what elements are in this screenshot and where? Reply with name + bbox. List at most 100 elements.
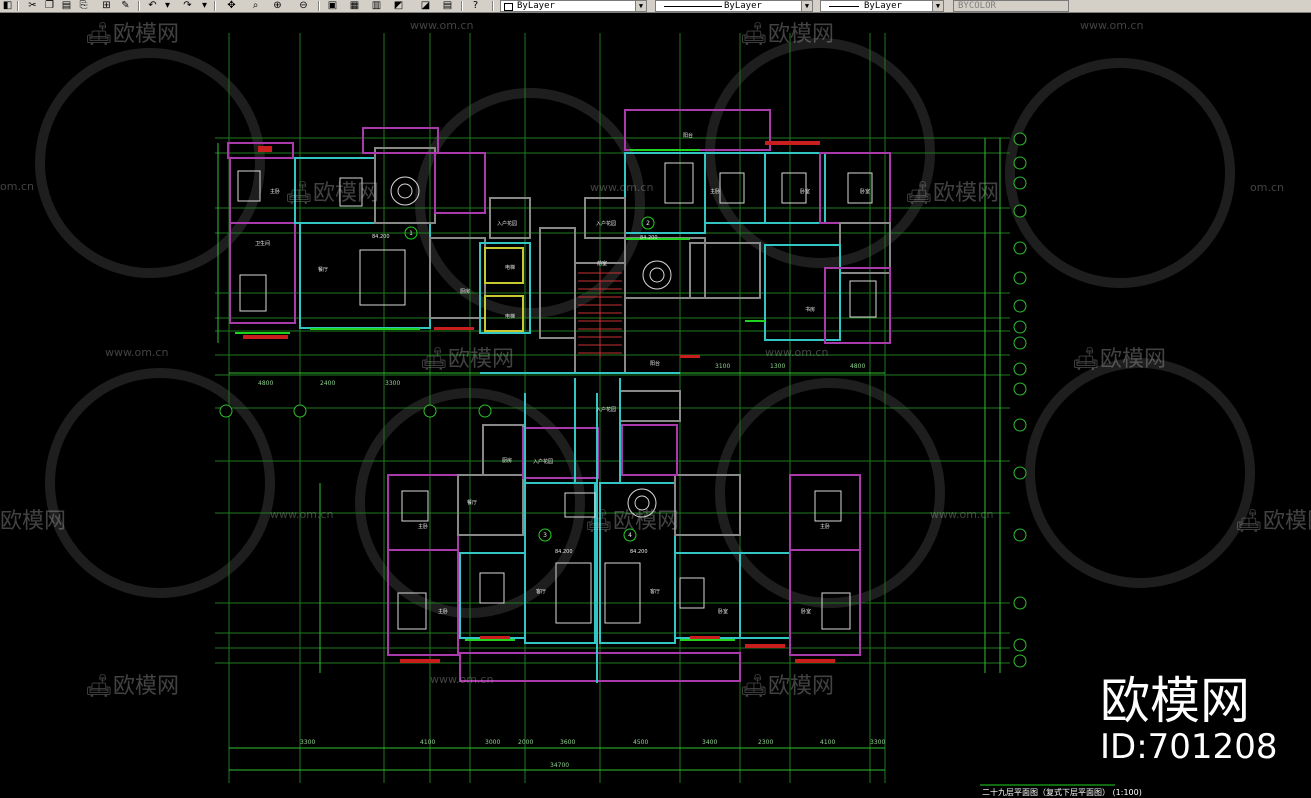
watermark-url: www.om.cn [105,346,169,359]
watermark-url: om.cn [0,180,34,193]
room-label: 厨房 [460,288,470,295]
sheet-set-icon[interactable]: ◩ [391,0,406,12]
overall-dim: 34700 [550,762,569,769]
room-label: 阳台 [683,132,693,139]
watermark-brand: 🛋欧模网 [740,674,834,699]
cad-toolbar: ◧ ✂ ❐ ▤ ⎘ ⊞ ✎ ↶ ▾ ↷ ▾ ✥ ⌕ ⊕ ⊖ ▣ ▦ ▥ ◩ ◪ … [0,0,1311,13]
watermark-brand: 🛋欧模网 [905,181,999,206]
watermark-url: www.om.cn [1080,19,1144,32]
quickcalc-icon[interactable]: ▤ [440,0,455,12]
elevation-label: 84.200 [630,549,648,555]
room-label: 主卧 [418,523,428,530]
watermark-brand: 🛋欧模网 [740,22,834,47]
watermark-brand: 🛋欧模网 [585,509,679,534]
watermark-url: om.cn [1250,181,1284,194]
bottom-dim: 4100 [820,739,835,746]
room-label: 卫生间 [255,240,270,247]
watermark-big-brand: 欧模网 [1100,672,1250,730]
mid-dim: 4800 [850,363,865,370]
plotstyle-combo-value: BYCOLOR [958,1,996,11]
room-label: 主卧 [270,188,280,195]
properties-icon[interactable]: ▣ [325,0,340,12]
mid-dim: 4800 [258,380,273,387]
bottom-dim: 3000 [485,739,500,746]
paste-icon[interactable]: ▤ [59,0,74,12]
mid-dim: 1300 [770,363,785,370]
room-label: 入户花园 [533,458,553,465]
undo-dropdown-icon[interactable]: ▾ [160,0,175,12]
zoom-realtime-icon[interactable]: ⌕ [248,0,263,12]
redo-icon[interactable]: ↷ [180,0,195,12]
room-label: 餐厅 [467,499,477,506]
watermark-brand: 欧模网 [0,509,67,534]
elevation-label: 84.200 [640,235,658,241]
redo-dropdown-icon[interactable]: ▾ [197,0,212,12]
copy-icon[interactable]: ❐ [42,0,57,12]
room-label: 书房 [805,306,815,313]
watermark-url: www.om.cn [930,508,994,521]
color-swatch-icon [504,3,513,11]
room-label: 客厅 [536,588,546,595]
watermark-url: www.om.cn [410,19,474,32]
watermark-url: www.om.cn [590,181,654,194]
room-label: 前室 [597,260,607,267]
room-label: 卧室 [860,188,870,195]
zoom-previous-icon[interactable]: ⊖ [296,0,311,12]
matchprop-icon[interactable]: ◧ [0,0,15,12]
room-label: 主卧 [710,188,720,195]
watermark-url: www.om.cn [270,508,334,521]
bottom-dim: 2000 [518,739,533,746]
chevron-down-icon: ▼ [932,1,943,11]
watermark-brand: 🛋欧模网 [1235,509,1311,534]
axis-bubbles [219,132,1027,668]
lineweight-combo[interactable]: ByLayer ▼ [820,0,944,12]
unit-tag: 1 [409,230,413,237]
toolbar-separator [461,1,463,11]
mid-dim: 3100 [715,363,730,370]
room-label: 主卧 [820,523,830,530]
bottom-dim: 2300 [758,739,773,746]
color-combo[interactable]: ByLayer ▼ [500,0,647,12]
lineweight-sample [829,6,859,7]
room-label: 卧室 [800,188,810,195]
pan-icon[interactable]: ✥ [224,0,239,12]
room-label: 电梯 [505,264,515,271]
plotstyle-combo: BYCOLOR [953,0,1069,12]
watermark-url: www.om.cn [765,346,829,359]
mid-dim: 3300 [385,380,400,387]
toolbar-separator [214,1,216,11]
elevation-label: 84.200 [372,234,390,240]
copy-clip-icon[interactable]: ⎘ [76,0,91,12]
cut-icon[interactable]: ✂ [25,0,40,12]
tool-palettes-icon[interactable]: ▥ [369,0,384,12]
help-icon[interactable]: ? [468,0,483,12]
design-center-icon[interactable]: ▦ [347,0,362,12]
brush-icon[interactable]: ✎ [118,0,133,12]
drawing-canvas[interactable]: 3300 4100 3000 2000 3600 4500 3400 2300 … [0,13,1311,797]
bottom-dim: 3300 [870,739,885,746]
room-label: 电梯 [505,313,515,320]
bottom-dim: 3400 [702,739,717,746]
markup-icon[interactable]: ◪ [418,0,433,12]
linetype-combo-value: ByLayer [724,1,762,11]
zoom-window-icon[interactable]: ⊕ [270,0,285,12]
room-label: 阳台 [650,360,660,367]
unit-tag: 2 [646,220,650,227]
elevation-label: 84.200 [555,549,573,555]
toolbar-separator [492,1,494,11]
unit-tag: 3 [543,532,547,539]
watermark-big-id: ID:701208 [1100,727,1278,767]
color-combo-value: ByLayer [517,1,555,11]
room-label: 入户花园 [596,406,616,413]
linetype-combo[interactable]: ByLayer ▼ [655,0,813,12]
room-label: 卧室 [718,608,728,615]
undo-icon[interactable]: ↶ [145,0,160,12]
bottom-dim: 4500 [633,739,648,746]
room-label: 卧室 [801,608,811,615]
match-properties-icon[interactable]: ⊞ [99,0,114,12]
bottom-dim: 3600 [560,739,575,746]
linetype-sample [664,6,722,7]
room-label: 主卧 [438,608,448,615]
dimension-texts: 3300 4100 3000 2000 3600 4500 3400 2300 … [258,363,885,769]
unit-upper-left [227,127,486,329]
